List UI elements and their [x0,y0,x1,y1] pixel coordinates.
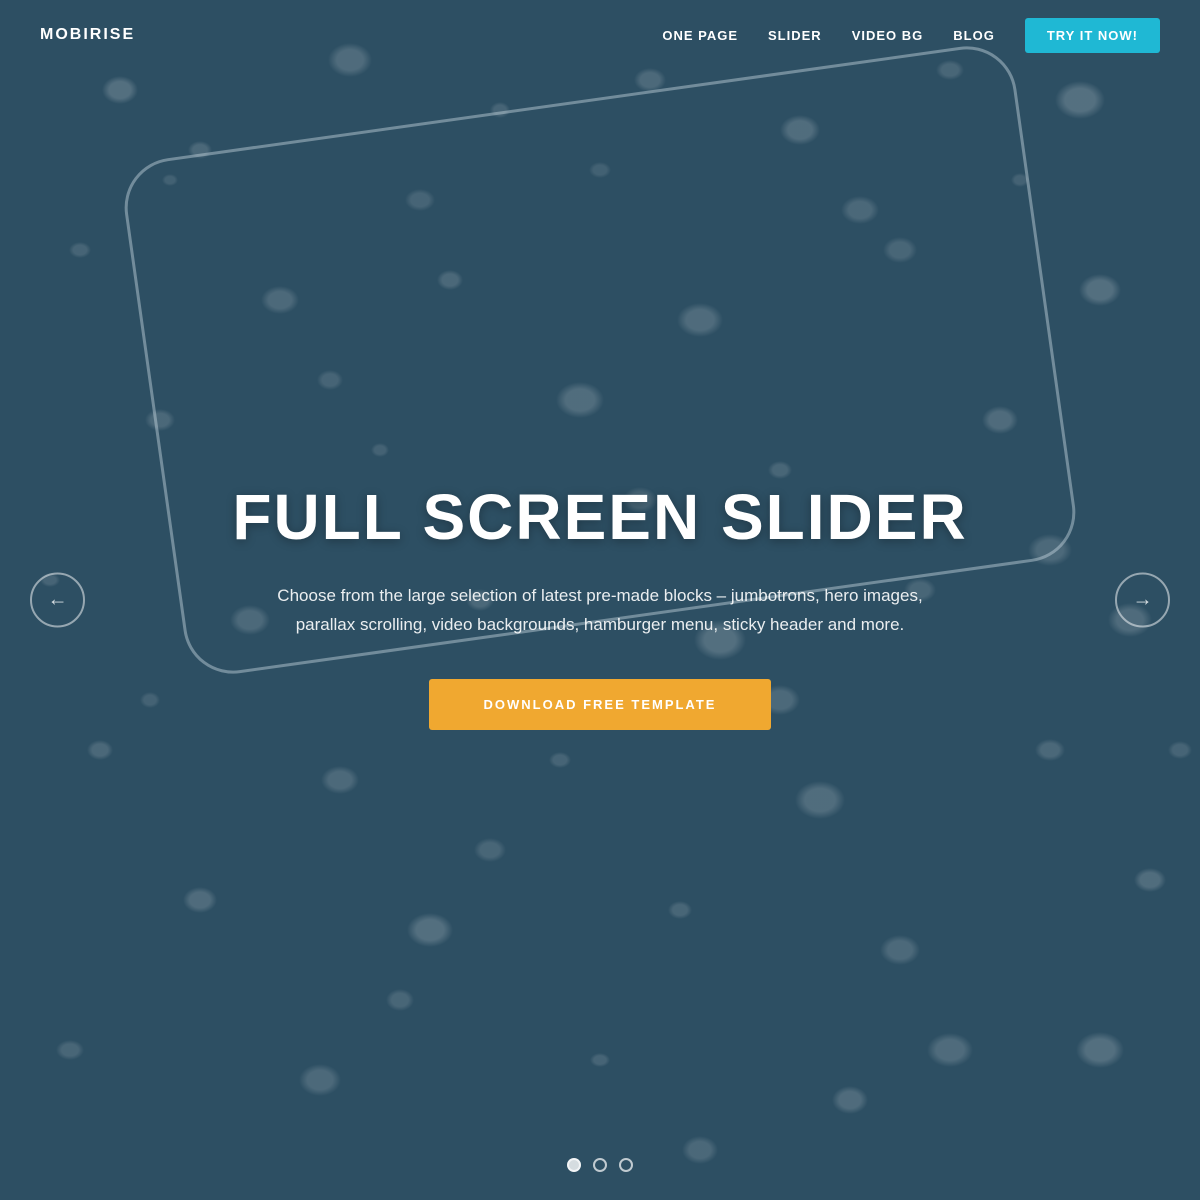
nav-link-slider[interactable]: SLIDER [768,28,822,43]
hero-title: FULL SCREEN SLIDER [232,480,967,554]
nav-links: ONE PAGE SLIDER VIDEO BG BLOG Try It Now… [662,18,1160,53]
nav-link-one-page[interactable]: ONE PAGE [662,28,738,43]
navbar: MOBIRISE ONE PAGE SLIDER VIDEO BG BLOG T… [0,0,1200,70]
hero-section: MOBIRISE ONE PAGE SLIDER VIDEO BG BLOG T… [0,0,1200,1200]
slider-dot-1[interactable] [567,1158,581,1172]
next-arrow-icon: → [1133,589,1153,612]
nav-link-video-bg[interactable]: VIDEO BG [852,28,924,43]
hero-cta-button[interactable]: DOWNLOAD FREE TEMPLATE [429,679,772,730]
slider-dot-3[interactable] [619,1158,633,1172]
nav-link-blog[interactable]: BLOG [953,28,995,43]
slider-dots [567,1158,633,1172]
prev-arrow-icon: ← [48,589,68,612]
brand-logo[interactable]: MOBIRISE [40,26,135,44]
slider-next-button[interactable]: → [1115,573,1170,628]
slider-dot-2[interactable] [593,1158,607,1172]
slider-prev-button[interactable]: ← [30,573,85,628]
hero-content: FULL SCREEN SLIDER Choose from the large… [0,10,1200,1200]
hero-subtitle: Choose from the large selection of lates… [270,582,930,640]
nav-cta-button[interactable]: Try It Now! [1025,18,1160,53]
